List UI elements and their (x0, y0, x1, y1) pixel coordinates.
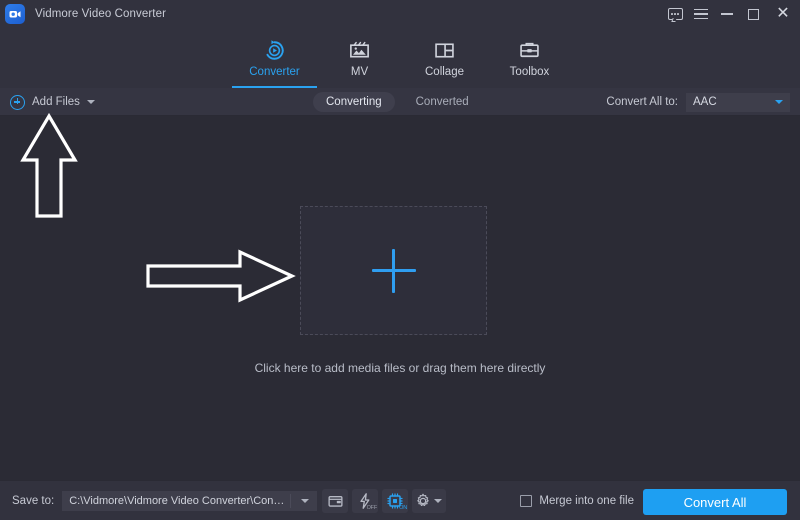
chevron-down-icon[interactable] (87, 100, 95, 104)
add-files-label: Add Files (32, 96, 80, 108)
feedback-button[interactable] (662, 0, 688, 28)
save-path-value: C:\Vidmore\Vidmore Video Converter\Conve… (69, 495, 287, 507)
window-controls: ✕ (662, 0, 800, 28)
maximize-button[interactable] (740, 0, 766, 28)
tab-collage-label: Collage (425, 66, 464, 78)
hardware-acceleration-button[interactable]: OFF (352, 489, 378, 513)
tab-toolbox[interactable]: Toolbox (487, 28, 572, 88)
gpu-state-label: ON (399, 505, 407, 511)
open-folder-icon (328, 494, 343, 508)
save-to-label: Save to: (12, 495, 54, 507)
action-toolbar: Add Files Converting Converted Convert A… (0, 88, 800, 116)
tab-converter[interactable]: Converter (232, 28, 317, 88)
main-content: Click here to add media files or drag th… (0, 117, 800, 480)
title-bar: Vidmore Video Converter ✕ (0, 0, 800, 28)
path-divider (290, 494, 291, 508)
plus-icon (372, 249, 416, 293)
tab-collage[interactable]: Collage (402, 28, 487, 88)
chevron-down-icon[interactable] (301, 499, 309, 503)
open-folder-button[interactable] (322, 489, 348, 513)
collage-icon (433, 38, 456, 62)
save-path-input[interactable]: C:\Vidmore\Vidmore Video Converter\Conve… (62, 491, 317, 511)
convert-all-button[interactable]: Convert All (643, 489, 787, 515)
convert-all-to-group: Convert All to: AAC (606, 88, 790, 116)
app-window: Vidmore Video Converter ✕ (0, 0, 800, 520)
media-dropzone[interactable] (300, 206, 487, 335)
bottom-tool-icons: OFF ON (322, 481, 446, 520)
convert-all-to-label: Convert All to: (606, 96, 678, 108)
save-to-group: Save to: C:\Vidmore\Vidmore Video Conver… (12, 481, 317, 520)
plus-circle-icon (10, 95, 25, 110)
tab-toolbox-label: Toolbox (510, 66, 550, 78)
chevron-down-icon (775, 100, 783, 104)
maximize-icon (748, 9, 759, 20)
merge-into-one-file-option[interactable]: Merge into one file (520, 481, 634, 520)
format-select-value: AAC (693, 96, 717, 108)
chevron-down-icon[interactable] (434, 499, 442, 503)
mv-icon (348, 38, 371, 62)
converter-icon (263, 38, 286, 62)
tab-converted[interactable]: Converted (403, 92, 482, 112)
tab-mv-label: MV (351, 66, 368, 78)
merge-checkbox[interactable] (520, 495, 532, 507)
app-logo-icon (5, 4, 25, 24)
nav-bar: Converter MV (0, 28, 800, 88)
format-select[interactable]: AAC (686, 93, 790, 112)
settings-button[interactable] (412, 489, 446, 513)
queue-tabs: Converting Converted (313, 88, 482, 116)
window-title: Vidmore Video Converter (35, 8, 166, 20)
feedback-icon (668, 8, 683, 20)
merge-label: Merge into one file (539, 495, 634, 507)
tab-converting[interactable]: Converting (313, 92, 395, 112)
tab-mv[interactable]: MV (317, 28, 402, 88)
lightning-state-label: OFF (367, 505, 377, 511)
settings-gear-icon (415, 493, 431, 509)
tab-converter-label: Converter (249, 66, 300, 78)
dropzone-hint: Click here to add media files or drag th… (0, 361, 800, 375)
menu-button[interactable] (688, 0, 714, 28)
gpu-acceleration-button[interactable]: ON (382, 489, 408, 513)
bottom-bar: Save to: C:\Vidmore\Vidmore Video Conver… (0, 480, 800, 520)
minimize-button[interactable] (714, 0, 740, 28)
hamburger-menu-icon (694, 9, 708, 19)
minimize-icon (721, 13, 733, 14)
toolbox-icon (518, 38, 541, 62)
close-button[interactable]: ✕ (766, 0, 800, 28)
add-files-button[interactable]: Add Files (10, 88, 95, 116)
nav-tabs: Converter MV (232, 28, 572, 88)
close-icon: ✕ (776, 6, 789, 22)
